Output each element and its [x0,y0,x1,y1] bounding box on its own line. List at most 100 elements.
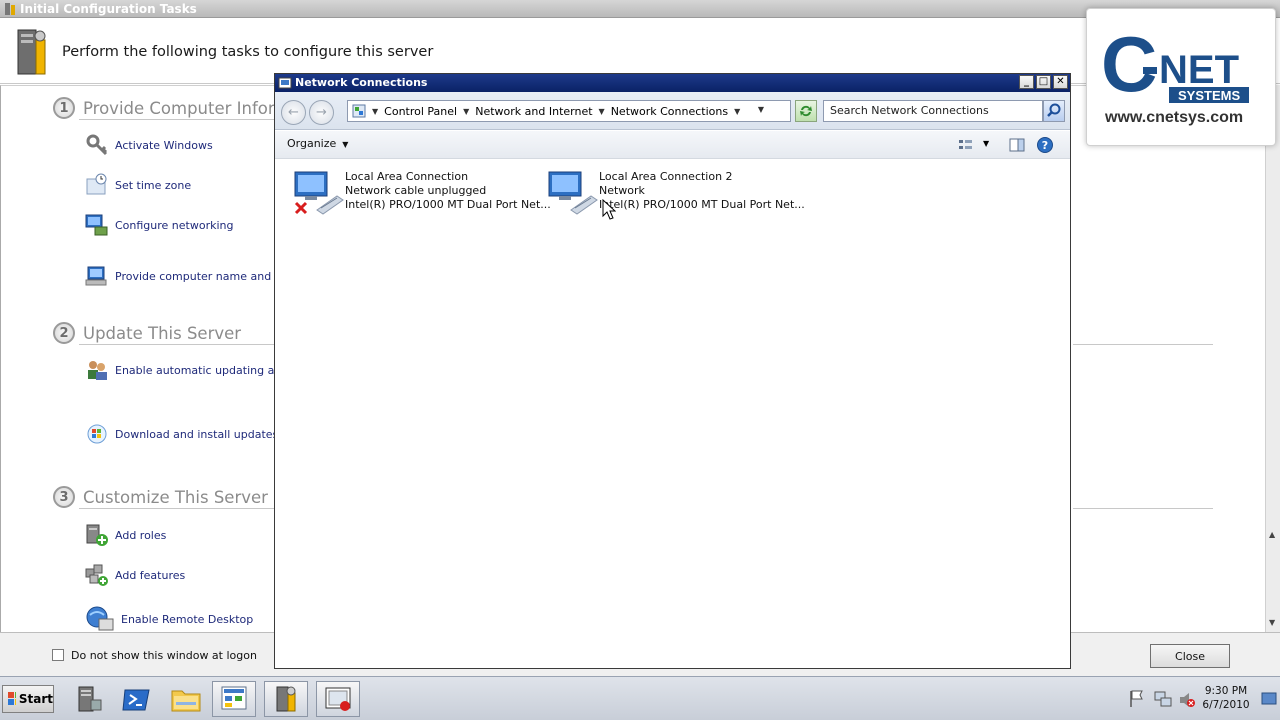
taskbar-explorer-folder-icon[interactable] [164,681,208,717]
cnet-logo: C NET SYSTEMS www.cnetsys.com [1086,8,1276,146]
show-desktop-icon [1261,692,1277,705]
address-dropdown-icon[interactable]: ▼ [758,105,764,114]
connection-details: Local Area Connection 2 Network Intel(R)… [599,170,805,218]
taskbar-server-manager-icon[interactable] [66,681,110,717]
cnet-logo-mark: C NET SYSTEMS [1101,20,1249,108]
window-controls: _ □ ✕ [1019,75,1068,89]
address-bar-area: ← → ▼ Control Panel ▼ Network and Internet… [275,92,1070,130]
close-window-button[interactable]: ✕ [1053,75,1068,89]
breadcrumb-control-panel[interactable]: ▼ Control Panel [372,105,457,118]
views-dropdown-icon[interactable]: ▼ [983,136,1001,154]
ict-window-title: Initial Configuration Tasks [20,2,197,16]
network-adapter-icon [293,170,345,218]
divider [1073,508,1213,509]
refresh-button[interactable] [795,100,817,122]
refresh-icon [800,105,812,117]
back-button[interactable]: ← [281,100,306,125]
task-download-updates[interactable]: Download and install updates [85,422,278,446]
taskbar-initial-config-icon[interactable] [264,681,308,717]
network-adapter-icon [547,170,599,218]
divider [79,344,275,345]
scroll-down-arrow[interactable]: ▼ [1269,618,1275,627]
task-add-features[interactable]: Add features [85,563,185,587]
svg-text:NET: NET [1159,48,1239,92]
connection-item-local-area-connection[interactable]: Local Area Connection Network cable unpl… [293,170,551,218]
task-label: Download and install updates [115,427,279,441]
connection-name: Local Area Connection [345,170,469,183]
task-set-time-zone[interactable]: Set time zone [85,173,191,197]
server-config-icon [3,2,17,16]
views-icon[interactable] [957,136,975,154]
connections-list: Local Area Connection Network cable unpl… [275,160,1070,668]
network-connections-window: Network Connections _ □ ✕ ← → ▼ Control P… [274,73,1071,669]
section-number: 3 [53,486,75,508]
server-config-icon [14,26,50,78]
task-label: Add features [115,568,186,582]
network-icon [85,213,109,237]
remote-desktop-icon [85,605,115,633]
start-button[interactable]: Start [2,685,54,713]
connection-details: Local Area Connection Network cable unpl… [345,170,551,218]
section-2-heading: 2 Update This Server [53,322,241,344]
logo-url: www.cnetsys.com [1105,109,1244,126]
section-3-heading: 3 Customize This Server [53,486,268,508]
divider [79,508,275,509]
computer-icon [85,264,109,288]
task-label: Add roles [115,528,167,542]
chevron-down-icon[interactable]: ▼ [599,107,605,116]
flag-icon [1130,690,1143,707]
nc-titlebar[interactable]: Network Connections _ □ ✕ [275,74,1070,92]
maximize-button[interactable]: □ [1036,75,1051,89]
section-number: 1 [53,97,75,119]
chevron-down-icon[interactable]: ▼ [342,140,348,149]
task-configure-networking[interactable]: Configure networking [85,213,234,237]
task-activate-windows[interactable]: Activate Windows [85,133,213,157]
breadcrumb-network-connections[interactable]: ▼ Network Connections ▼ [599,105,747,118]
divider [1073,344,1213,345]
task-computer-name[interactable]: Provide computer name and doma [85,264,306,288]
users-icon [85,358,109,382]
taskbar-network-connections-icon[interactable] [212,681,256,717]
preview-pane-icon[interactable] [1008,136,1026,154]
volume-muted-icon [1180,693,1195,707]
search-input[interactable]: Search Network Connections [823,100,1043,122]
search-icon [1047,103,1061,117]
taskbar-powershell-icon[interactable] [114,681,158,717]
taskbar-clock[interactable]: 9:30 PM 6/7/2010 [1196,684,1256,712]
svg-text:C: C [1101,20,1157,108]
address-bar[interactable]: ▼ Control Panel ▼ Network and Internet ▼ Ne… [347,100,791,122]
task-add-roles[interactable]: Add roles [85,523,166,547]
task-remote-desktop[interactable]: Enable Remote Desktop [85,605,253,633]
section-title: Update This Server [83,323,242,343]
key-icon [85,133,109,157]
clock-time: 9:30 PM [1204,685,1248,697]
close-button[interactable]: Close [1150,644,1230,668]
scroll-up-arrow[interactable]: ▲ [1269,530,1275,539]
dont-show-checkbox[interactable] [52,649,64,661]
connection-name: Local Area Connection 2 [599,170,733,183]
dont-show-label: Do not show this window at logon [71,649,257,662]
svg-text:SYSTEMS: SYSTEMS [1178,88,1240,103]
control-panel-icon [352,104,366,118]
chevron-down-icon[interactable]: ▼ [463,107,469,116]
organize-menu[interactable]: Organize ▼ [287,137,348,150]
chevron-down-icon[interactable]: ▼ [372,107,378,116]
task-automatic-updating[interactable]: Enable automatic updating and fe [85,358,302,382]
breadcrumb-network-internet[interactable]: ▼ Network and Internet [463,105,592,118]
taskbar-recorder-icon[interactable] [316,681,360,717]
connection-adapter: Intel(R) PRO/1000 MT Dual Port Net... [345,198,551,211]
search-button[interactable] [1043,100,1065,122]
chevron-down-icon[interactable]: ▼ [734,107,740,116]
network-folder-icon [278,76,292,90]
connection-item-local-area-connection-2[interactable]: Local Area Connection 2 Network Intel(R)… [547,170,805,218]
ict-scrollbar[interactable]: ▲ ▼ [1265,85,1280,632]
divider [79,119,275,120]
red-x-icon [294,201,308,215]
task-label: Configure networking [115,218,234,232]
minimize-button[interactable]: _ [1019,75,1034,89]
help-icon[interactable]: ? [1036,136,1054,154]
ict-header-text: Perform the following tasks to configure… [62,44,434,60]
network-tray-icon [1154,691,1172,707]
add-features-icon [85,563,109,587]
forward-button[interactable]: → [309,100,334,125]
